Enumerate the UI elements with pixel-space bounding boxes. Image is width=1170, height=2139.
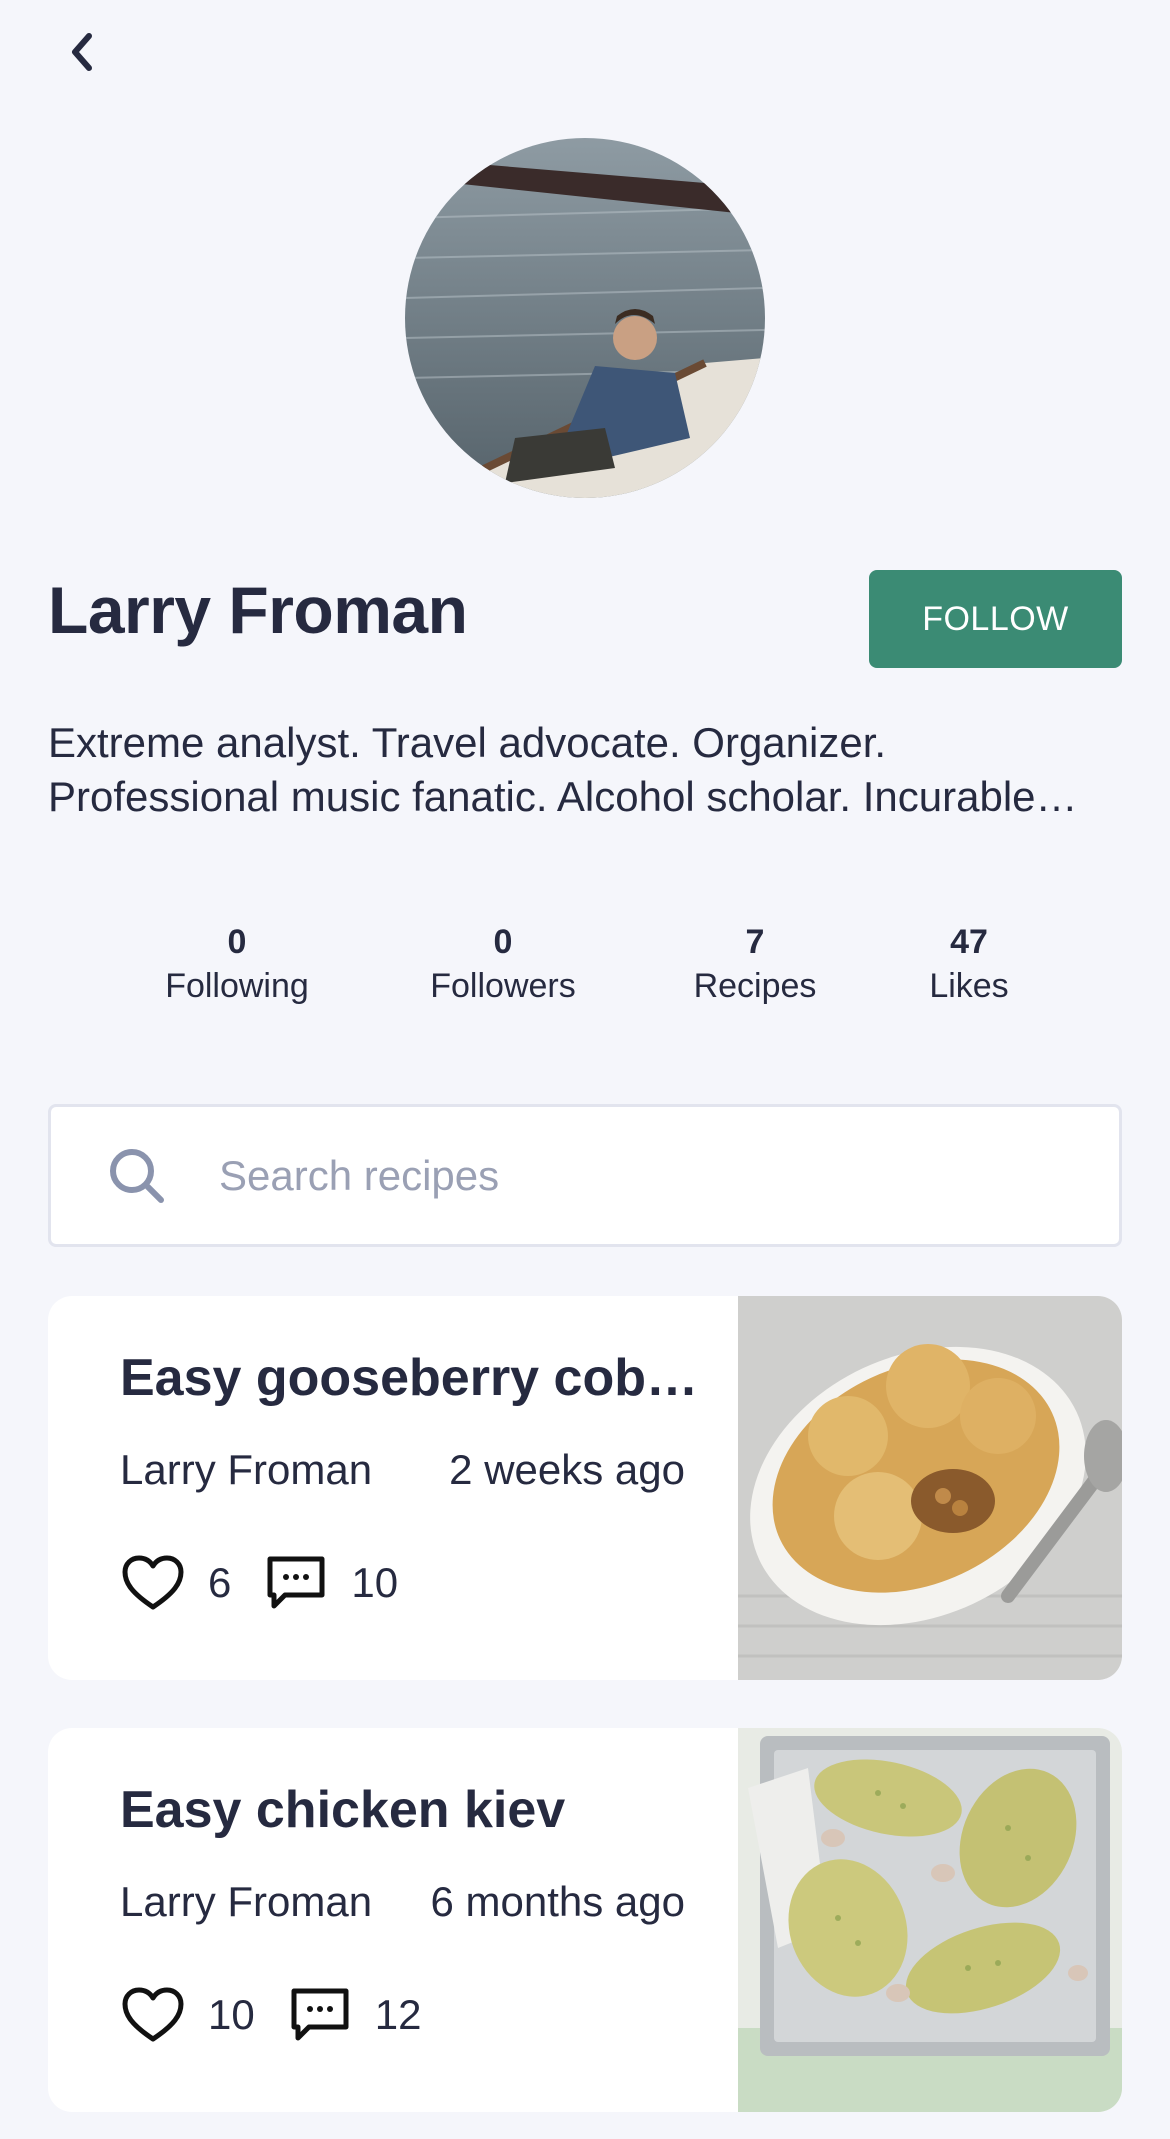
- chevron-left-icon: [72, 33, 92, 71]
- profile-name: Larry Froman: [48, 573, 468, 647]
- recipe-card-body: Easy gooseberry cobb… Larry Froman 2 wee…: [120, 1296, 700, 1680]
- stat-likes[interactable]: 47 Likes: [859, 920, 1079, 1008]
- recipe-time: 6 months ago: [430, 1878, 685, 1925]
- recipe-card-body: Easy chicken kiev Larry Froman 6 months …: [120, 1728, 700, 2112]
- comment-count: 10: [351, 1559, 399, 1606]
- recipe-title[interactable]: Easy gooseberry cobb…: [120, 1348, 700, 1408]
- back-button[interactable]: [60, 30, 104, 74]
- recipe-image: [738, 1296, 1122, 1680]
- recipe-time: 2 weeks ago: [449, 1446, 685, 1493]
- stat-label: Likes: [929, 967, 1009, 1005]
- recipe-meta: Larry Froman 2 weeks ago: [120, 1446, 685, 1494]
- recipe-card[interactable]: Easy chicken kiev Larry Froman 6 months …: [48, 1728, 1122, 2112]
- recipe-image: [738, 1728, 1122, 2112]
- comment-icon[interactable]: [263, 1550, 329, 1616]
- stat-following[interactable]: 0 Following: [127, 920, 347, 1008]
- search-icon: [110, 1148, 164, 1203]
- stat-value: 47: [950, 923, 988, 961]
- recipe-title[interactable]: Easy chicken kiev: [120, 1780, 700, 1840]
- stat-label: Recipes: [693, 967, 817, 1005]
- avatar: [405, 138, 765, 498]
- profile-bio: Extreme analyst. Travel advocate. Organi…: [48, 716, 1128, 824]
- stat-recipes[interactable]: 7 Recipes: [645, 920, 865, 1008]
- profile-stats: 0 Following 0 Followers 7 Recipes 47 Lik…: [0, 920, 1170, 1020]
- stat-value: 0: [227, 923, 247, 961]
- recipe-card[interactable]: Easy gooseberry cobb… Larry Froman 2 wee…: [48, 1296, 1122, 1680]
- stat-value: 7: [745, 923, 765, 961]
- comment-count: 12: [374, 1991, 422, 2038]
- recipe-meta: Larry Froman 6 months ago: [120, 1878, 685, 1926]
- bio-line: Extreme analyst. Travel advocate. Organi…: [48, 719, 887, 766]
- stat-label: Following: [165, 967, 309, 1005]
- recipe-stats: 6 10: [120, 1550, 430, 1616]
- search-input[interactable]: [219, 1151, 1019, 1200]
- like-count: 6: [208, 1559, 232, 1606]
- bio-line: Professional music fanatic. Alcohol scho…: [48, 773, 1078, 820]
- recipe-author[interactable]: Larry Froman: [120, 1878, 372, 1926]
- like-count: 10: [208, 1991, 255, 2038]
- stat-value: 0: [493, 923, 513, 961]
- stat-followers[interactable]: 0 Followers: [393, 920, 613, 1008]
- search-bar[interactable]: [48, 1104, 1122, 1247]
- heart-icon[interactable]: [120, 1982, 186, 2048]
- comment-icon[interactable]: [287, 1982, 353, 2048]
- heart-icon[interactable]: [120, 1550, 186, 1616]
- follow-button[interactable]: FOLLOW: [869, 570, 1122, 668]
- recipe-stats: 10 12: [120, 1982, 453, 2048]
- stat-label: Followers: [430, 967, 576, 1005]
- recipe-author[interactable]: Larry Froman: [120, 1446, 372, 1494]
